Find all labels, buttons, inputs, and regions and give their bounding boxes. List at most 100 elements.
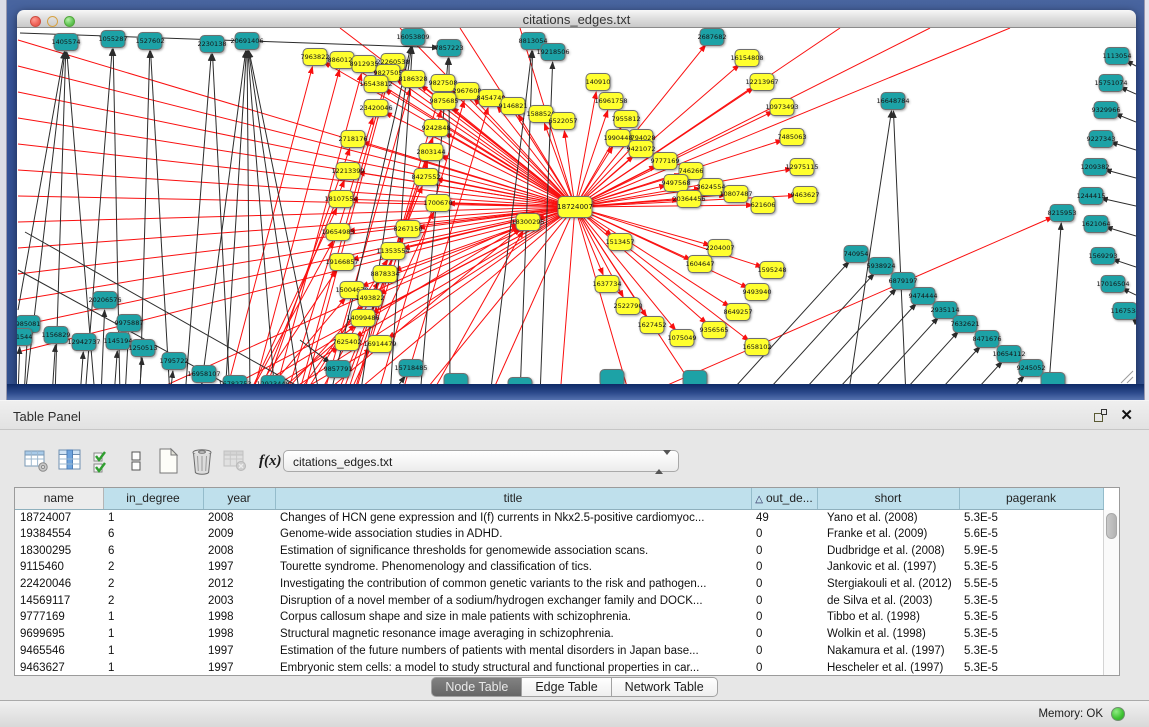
teal-node[interactable]: 17016504: [1096, 276, 1129, 293]
yellow-node[interactable]: 11353554: [376, 243, 409, 260]
show-column-button[interactable]: [55, 444, 85, 478]
table-source-dropdown[interactable]: citations_edges.txt: [283, 450, 679, 472]
teal-node[interactable]: 8471676: [973, 331, 1002, 348]
table-row[interactable]: 1938455462009Genome-wide association stu…: [15, 526, 1103, 543]
teal-node[interactable]: 1055287: [99, 31, 128, 48]
yellow-node[interactable]: 9421072: [627, 141, 656, 158]
yellow-node[interactable]: 18300295: [511, 214, 544, 231]
yellow-node[interactable]: 8427552: [412, 169, 441, 186]
yellow-node[interactable]: 7485063: [778, 129, 807, 146]
teal-node[interactable]: 7857223: [435, 40, 464, 57]
yellow-node[interactable]: 2204007: [706, 240, 735, 257]
teal-node[interactable]: 1795722: [160, 353, 189, 370]
yellow-node[interactable]: 18107554: [324, 191, 357, 208]
yellow-node[interactable]: 9242848: [422, 120, 451, 137]
yellow-node[interactable]: 10973493: [765, 99, 798, 116]
teal-node[interactable]: 1621064: [1082, 216, 1111, 233]
yellow-node[interactable]: 7963822: [301, 49, 330, 66]
teal-node[interactable]: 19218506: [536, 44, 569, 61]
function-builder-button[interactable]: f(x): [259, 453, 282, 470]
yellow-node[interactable]: 1513457: [606, 234, 635, 251]
yellow-node[interactable]: 12213399: [331, 163, 364, 180]
network-canvas[interactable]: 1405574105528715276022230138206914061605…: [17, 28, 1136, 385]
delete-icon[interactable]: [187, 444, 217, 478]
yellow-node[interactable]: 9497568: [662, 175, 691, 192]
table-row[interactable]: 2242004622012Investigating the contribut…: [15, 576, 1103, 593]
select-all-check-button[interactable]: [88, 444, 118, 478]
teal-node[interactable]: 1167534: [1111, 303, 1136, 320]
yellow-node[interactable]: 1604647: [686, 256, 715, 273]
teal-node[interactable]: 6879197: [889, 273, 918, 290]
teal-node[interactable]: 2230138: [198, 36, 227, 53]
yellow-node[interactable]: 16914479: [363, 336, 396, 353]
teal-node[interactable]: 9474444: [909, 288, 938, 305]
teal-node[interactable]: 1527602: [136, 33, 165, 50]
yellow-node[interactable]: 1637734: [593, 276, 622, 293]
yellow-node[interactable]: 10807487: [719, 186, 752, 203]
teal-node[interactable]: 15718485: [394, 360, 427, 377]
tab-node-table[interactable]: Node Table: [431, 677, 522, 697]
yellow-node[interactable]: 19166857: [325, 254, 358, 271]
teal-node[interactable]: 2687682: [698, 29, 727, 46]
scrollbar-thumb[interactable]: [1106, 513, 1117, 539]
table-row[interactable]: 969969511998Structural magnetic resonanc…: [15, 626, 1103, 643]
yellow-node[interactable]: 9146821: [499, 98, 528, 115]
teal-node[interactable]: 9329966: [1092, 102, 1121, 119]
yellow-node[interactable]: 9493940: [743, 284, 772, 301]
yellow-node[interactable]: 20364456: [672, 191, 705, 208]
yellow-node[interactable]: 19654983: [321, 224, 354, 241]
tab-edge-table[interactable]: Edge Table: [522, 677, 611, 697]
yellow-node[interactable]: 621606: [751, 197, 776, 214]
table-settings-button[interactable]: [22, 444, 52, 478]
teal-node[interactable]: 1244415: [1077, 188, 1106, 205]
teal-node[interactable]: [683, 371, 707, 386]
yellow-node[interactable]: 14099486: [346, 310, 379, 327]
yellow-node[interactable]: 2803144: [417, 144, 446, 161]
teal-node[interactable]: 16958107: [187, 366, 220, 383]
yellow-node[interactable]: 9777169: [651, 153, 680, 170]
hub-node[interactable]: 18724007: [557, 197, 593, 218]
teal-node[interactable]: 9245052: [1017, 360, 1046, 377]
teal-node[interactable]: 15751074: [1094, 75, 1127, 92]
yellow-node[interactable]: 23420046: [359, 100, 392, 117]
teal-node[interactable]: 391544: [17, 329, 32, 346]
yellow-node[interactable]: 2718176: [339, 131, 368, 148]
vertical-scrollbar[interactable]: [1103, 510, 1119, 676]
teal-node[interactable]: 16053809: [396, 29, 429, 46]
teal-node[interactable]: 5938924: [867, 258, 896, 275]
new-table-button[interactable]: [154, 444, 184, 478]
table-row[interactable]: 1830029562008Estimation of significance …: [15, 542, 1103, 559]
yellow-node[interactable]: 1990448: [604, 130, 633, 147]
teal-node[interactable]: 1156829: [42, 327, 71, 344]
close-panel-icon[interactable]: ✕: [1120, 406, 1133, 424]
yellow-node[interactable]: 1658102: [743, 339, 772, 356]
yellow-node[interactable]: 8267150: [394, 221, 423, 238]
teal-node[interactable]: [600, 370, 624, 386]
column-header-pagerank[interactable]: pagerank: [959, 488, 1103, 509]
yellow-node[interactable]: 7625402: [333, 334, 362, 351]
yellow-node[interactable]: 1700670: [424, 195, 453, 212]
yellow-node[interactable]: 1075049: [668, 330, 697, 347]
yellow-node[interactable]: 2522790: [614, 298, 643, 315]
column-header-title[interactable]: title: [275, 488, 751, 509]
teal-node[interactable]: 1405574: [52, 34, 81, 51]
table-row[interactable]: 946362711997Embryonic stem cells: a mode…: [15, 659, 1103, 676]
yellow-node[interactable]: 8878334: [371, 266, 400, 283]
column-header-out_de[interactable]: △out_de...: [751, 488, 817, 509]
yellow-node[interactable]: 8649257: [724, 304, 753, 321]
yellow-node[interactable]: 8186328: [399, 71, 428, 88]
teal-node[interactable]: 1569293: [1089, 248, 1118, 265]
table-row[interactable]: 911546021997Tourette syndrome. Phenomeno…: [15, 559, 1103, 576]
yellow-node[interactable]: 9356565: [700, 322, 729, 339]
teal-node[interactable]: 9975887: [115, 315, 144, 332]
teal-node[interactable]: 8215953: [1048, 205, 1077, 222]
unselect-rows-button[interactable]: [121, 444, 151, 478]
teal-node[interactable]: 1113054: [1103, 48, 1132, 65]
yellow-node[interactable]: 6522057: [549, 113, 578, 130]
yellow-node[interactable]: 16154808: [730, 50, 763, 67]
column-header-in_degree[interactable]: in_degree: [103, 488, 203, 509]
yellow-node[interactable]: 16543812: [359, 76, 392, 93]
node-table[interactable]: namein_degreeyeartitle△out_de...shortpag…: [14, 487, 1120, 676]
yellow-node[interactable]: 7955812: [612, 111, 641, 128]
column-header-short[interactable]: short: [817, 488, 959, 509]
